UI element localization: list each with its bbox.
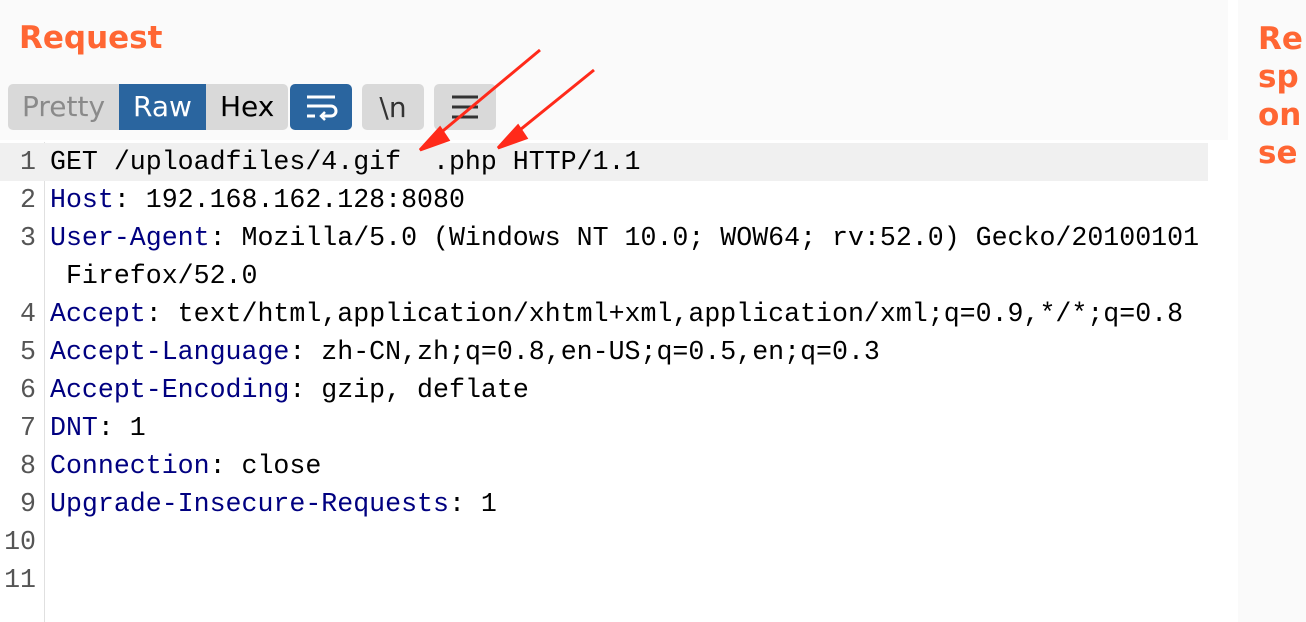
show-newlines-button[interactable]: \n [362, 84, 424, 130]
line-number: 6 [20, 375, 36, 405]
header-name: Connection [50, 451, 210, 481]
header-name: Accept-Encoding [50, 375, 290, 405]
line-content: Accept: text/html,application/xhtml+xml,… [50, 295, 1183, 333]
line-number: 9 [20, 489, 36, 519]
wrap-lines-button[interactable] [290, 84, 352, 130]
header-value: : 1 [448, 489, 497, 519]
header-value: : Mozilla/5.0 (Windows NT 10.0; WOW64; r… [209, 223, 1200, 253]
line-content: Connection: close [50, 447, 321, 485]
line-content: GET /uploadfiles/4.gif .php HTTP/1.1 [50, 143, 640, 181]
line-number: 3 [20, 223, 36, 253]
header-value: : close [209, 451, 322, 481]
header-value: GET /uploadfiles/4.gif .php HTTP/1.1 [50, 147, 641, 177]
tab-raw[interactable]: Raw [119, 84, 206, 130]
header-name: Accept-Language [50, 337, 290, 367]
header-name: DNT [50, 413, 98, 443]
line-content: User-Agent: Mozilla/5.0 (Windows NT 10.0… [50, 219, 1199, 257]
header-value: : 192.168.162.128:8080 [113, 185, 465, 215]
response-title: Response [1258, 21, 1303, 171]
tab-pretty[interactable]: Pretty [8, 84, 119, 130]
header-name: User-Agent [50, 223, 210, 253]
menu-icon [452, 95, 478, 119]
line-content: Accept-Encoding: gzip, deflate [50, 371, 529, 409]
line-content: DNT: 1 [50, 409, 146, 447]
header-value: : text/html,application/xhtml+xml,applic… [145, 299, 1184, 329]
request-title: Request [19, 20, 163, 56]
newline-label: \n [379, 90, 407, 124]
line-number: 11 [4, 565, 36, 595]
line-continuation: Firefox/52.0 [50, 261, 258, 291]
gutter-divider [44, 142, 45, 622]
line-number: 4 [20, 299, 36, 329]
header-name: Upgrade-Insecure-Requests [50, 489, 449, 519]
line-content: Accept-Language: zh-CN,zh;q=0.8,en-US;q=… [50, 333, 880, 371]
wrap-icon [307, 95, 338, 121]
line-number: 8 [20, 451, 36, 481]
header-name: Accept [50, 299, 146, 329]
header-value: : gzip, deflate [289, 375, 529, 405]
line-number: 2 [20, 185, 36, 215]
header-name: Host [50, 185, 114, 215]
tab-hex[interactable]: Hex [206, 84, 288, 130]
line-number: 1 [20, 147, 36, 177]
code-line: 1 GET /uploadfiles/4.gif .php HTTP/1.1 [0, 143, 1208, 181]
line-content: Host: 192.168.162.128:8080 [50, 181, 465, 219]
header-value: : 1 [97, 413, 146, 443]
line-number: 5 [20, 337, 36, 367]
line-number: 10 [4, 527, 36, 557]
header-value: : zh-CN,zh;q=0.8,en-US;q=0.5,en;q=0.3 [289, 337, 880, 367]
line-number: 7 [20, 413, 36, 443]
view-mode-tabs: Pretty Raw Hex [8, 84, 289, 130]
line-content: Upgrade-Insecure-Requests: 1 [50, 485, 497, 523]
menu-button[interactable] [434, 84, 496, 130]
